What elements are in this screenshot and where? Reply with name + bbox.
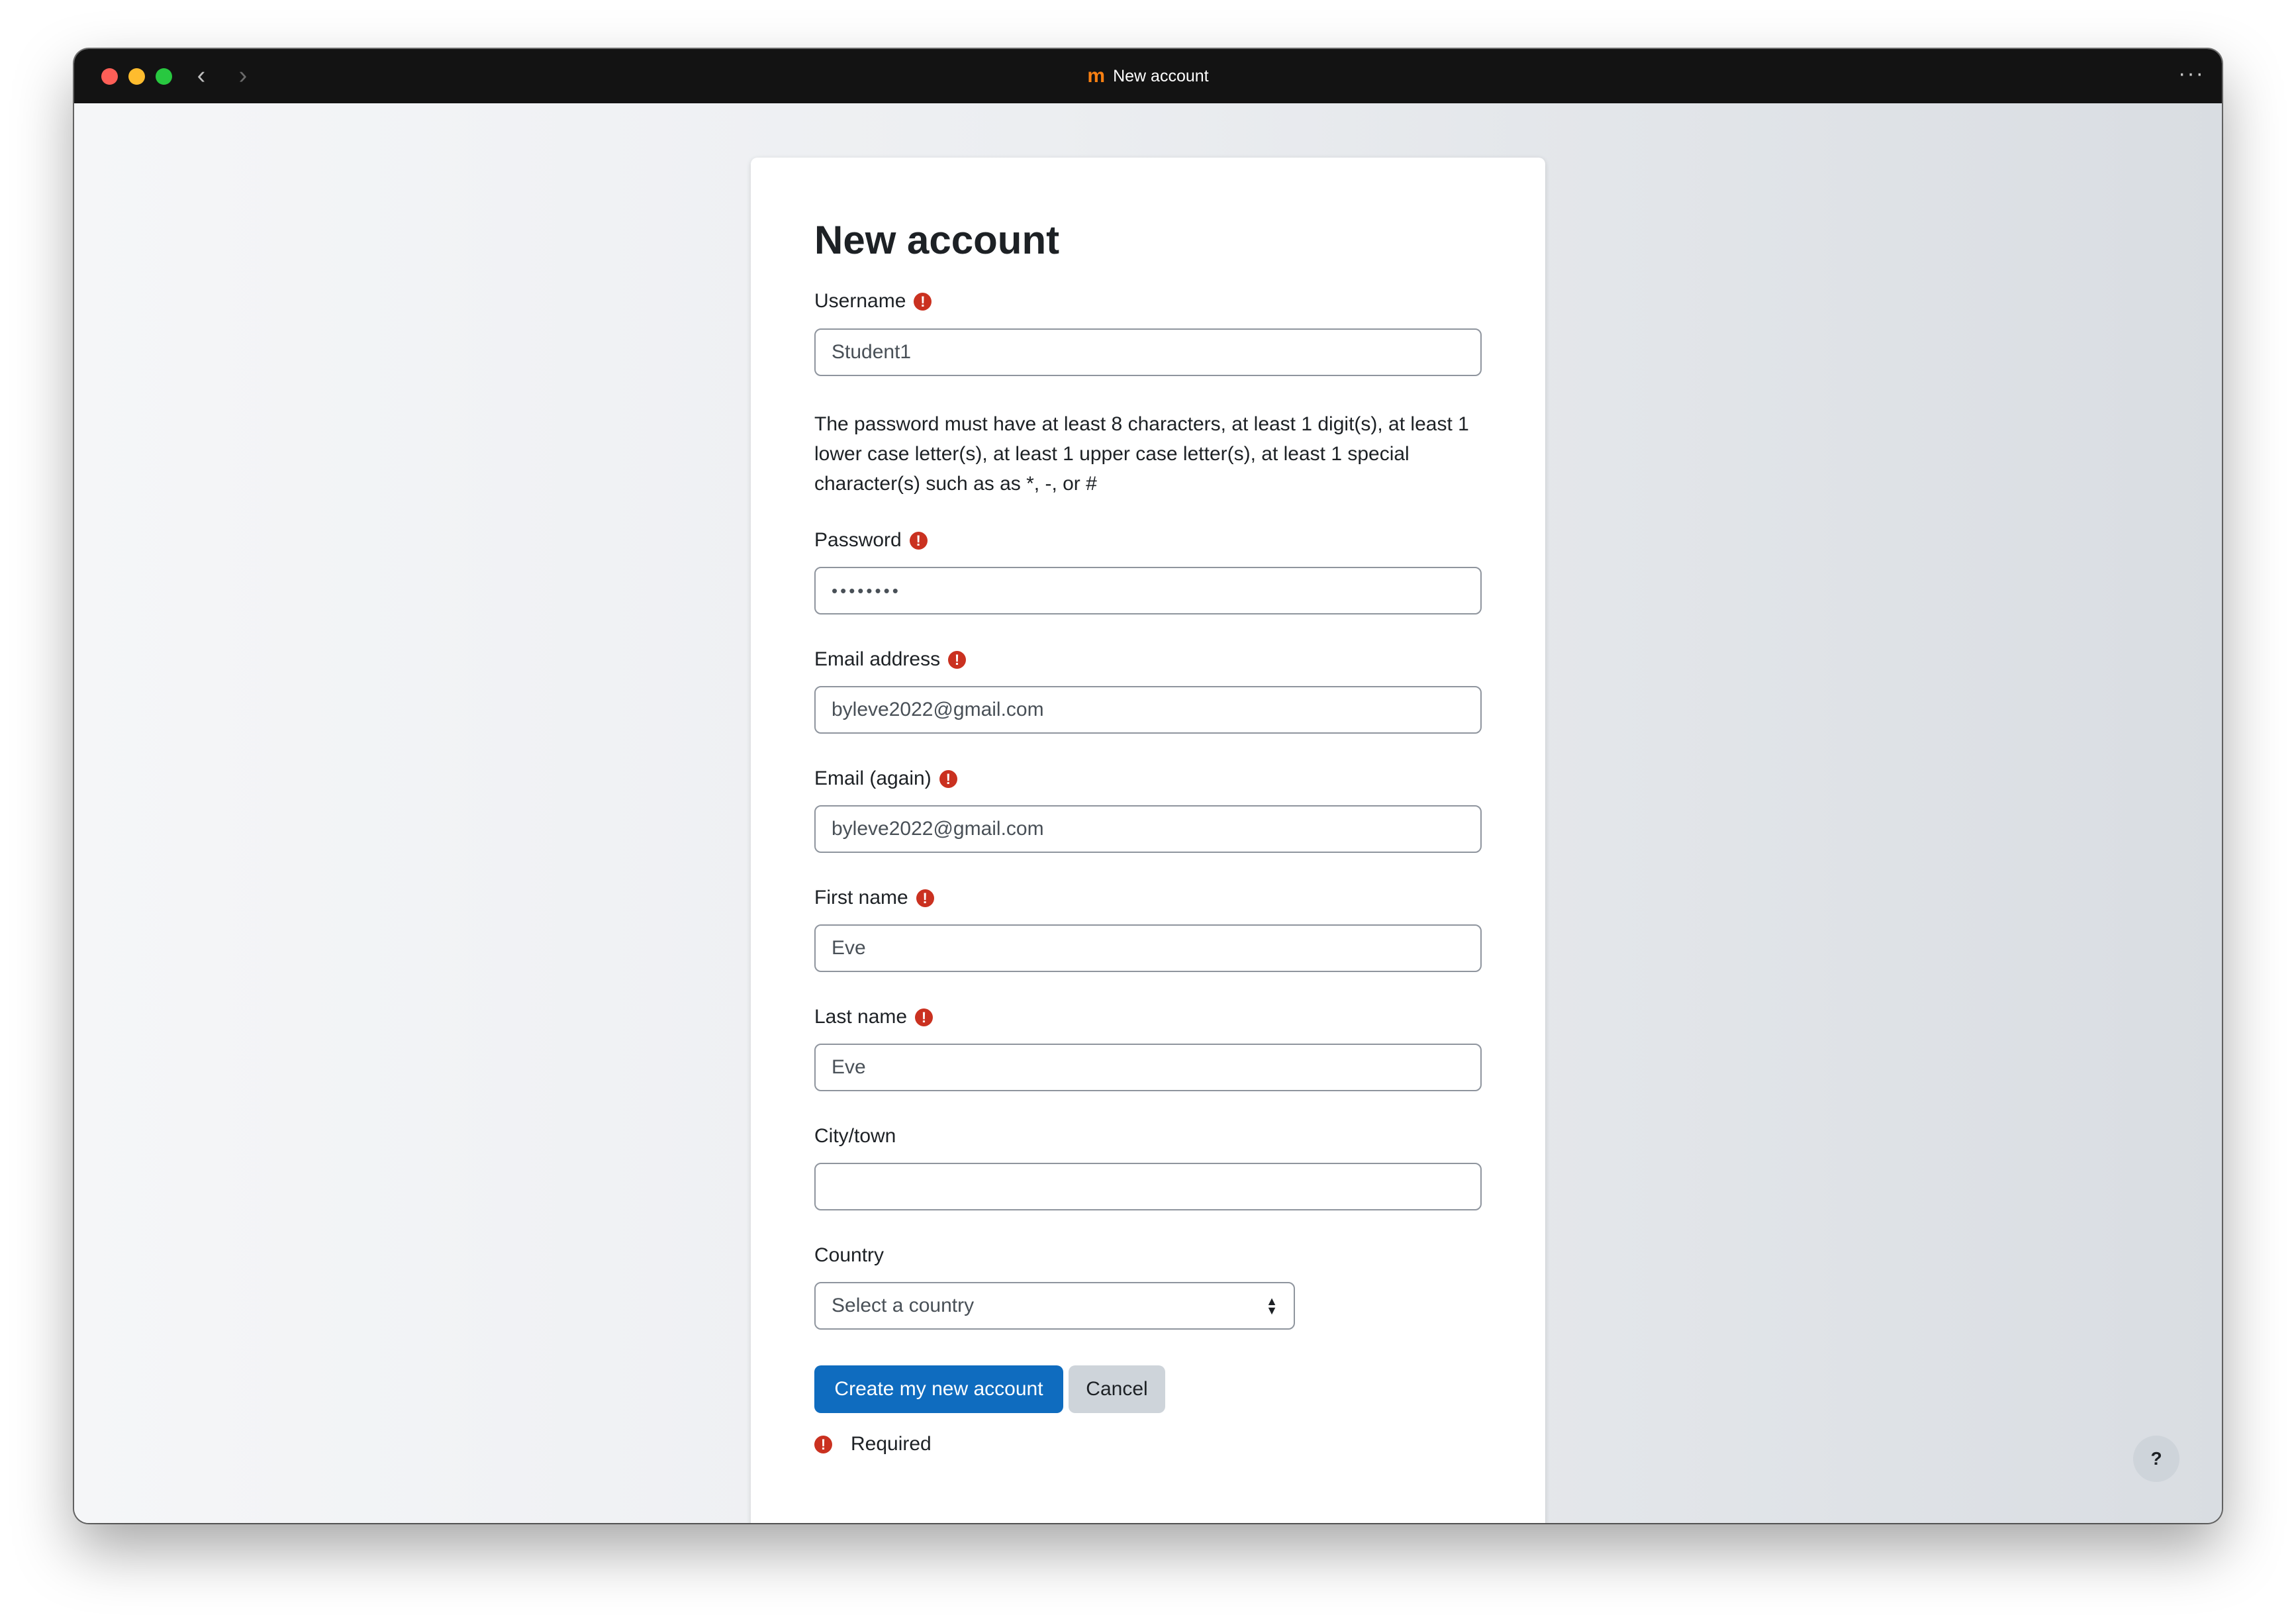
country-label-text: Country — [814, 1244, 885, 1266]
country-label: Country — [814, 1244, 884, 1267]
required-icon: ! — [909, 531, 928, 550]
email-again-input[interactable]: byleve2022@gmail.com — [814, 805, 1482, 853]
last-name-label: Last name ! — [814, 1006, 933, 1028]
password-label: Password ! — [814, 529, 928, 552]
cancel-button[interactable]: Cancel — [1069, 1365, 1165, 1413]
create-account-button[interactable]: Create my new account — [814, 1365, 1063, 1413]
first-name-input[interactable]: Eve — [814, 924, 1482, 972]
required-icon: ! — [948, 650, 967, 669]
title-bar: ‹ › m New account ··· — [74, 49, 2222, 103]
window-title-text: New account — [1113, 66, 1209, 85]
required-icon: ! — [916, 889, 934, 907]
country-select[interactable]: Select a country ▲ ▼ — [814, 1282, 1295, 1330]
email-input[interactable]: byleve2022@gmail.com — [814, 686, 1482, 734]
required-legend-text: Required — [851, 1433, 932, 1455]
username-label-text: Username — [814, 290, 906, 312]
signup-card: New account Username ! Student1 The pass… — [751, 158, 1545, 1523]
password-label-text: Password — [814, 529, 902, 551]
select-caret-icon: ▲ ▼ — [1266, 1295, 1278, 1317]
first-name-label-text: First name — [814, 887, 908, 909]
password-input[interactable]: •••••••• — [814, 567, 1482, 614]
username-label: Username ! — [814, 290, 932, 313]
city-label: City/town — [814, 1125, 896, 1148]
last-name-label-text: Last name — [814, 1006, 908, 1028]
last-name-input[interactable]: Eve — [814, 1044, 1482, 1091]
country-select-value: Select a country — [832, 1295, 975, 1316]
required-icon: ! — [939, 769, 957, 788]
help-icon[interactable]: ? — [2133, 1436, 2179, 1482]
moodle-logo-icon: m — [1087, 65, 1105, 87]
required-icon: ! — [914, 292, 932, 311]
page-viewport: New account Username ! Student1 The pass… — [74, 103, 2222, 1523]
more-dots-icon[interactable]: ··· — [2178, 61, 2205, 87]
required-legend: ! Required — [814, 1433, 932, 1455]
city-label-text: City/town — [814, 1125, 896, 1147]
email-label: Email address ! — [814, 648, 967, 671]
city-input[interactable] — [814, 1163, 1482, 1210]
required-icon: ! — [814, 1435, 832, 1453]
password-policy-text: The password must have at least 8 charac… — [814, 413, 1469, 495]
email-again-label-text: Email (again) — [814, 767, 932, 789]
page-title: New account — [814, 218, 1060, 262]
email-again-label: Email (again) ! — [814, 767, 957, 790]
first-name-label: First name ! — [814, 887, 934, 909]
required-icon: ! — [915, 1008, 933, 1026]
window-title: m New account — [74, 49, 2222, 103]
username-input[interactable]: Student1 — [814, 328, 1482, 376]
email-label-text: Email address — [814, 648, 941, 670]
browser-window: ‹ › m New account ··· New account Userna… — [74, 49, 2222, 1523]
